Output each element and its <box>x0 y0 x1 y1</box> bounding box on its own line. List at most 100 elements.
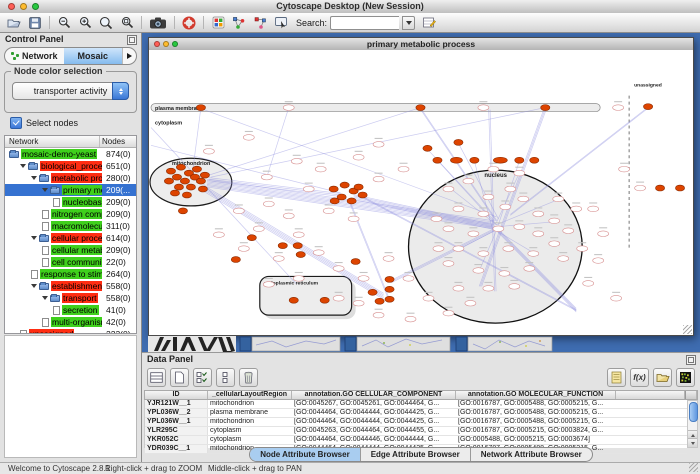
network-node-selected[interactable] <box>368 289 377 295</box>
network-node[interactable] <box>528 251 539 257</box>
network-node[interactable] <box>323 208 334 214</box>
network-node[interactable] <box>431 216 442 222</box>
expander-icon[interactable] <box>31 236 37 240</box>
tree-row-transport[interactable]: transport558(0) <box>5 292 136 304</box>
network-node-selected[interactable] <box>196 105 205 111</box>
network-node-selected[interactable] <box>186 184 195 190</box>
network-node-selected[interactable] <box>493 157 507 163</box>
tabs-overflow-button[interactable] <box>122 48 136 64</box>
table-row-ypl036w-2[interactable]: YPL036W__2plasma membrane[GO:0044464, GO… <box>145 409 687 418</box>
network-node-selected[interactable] <box>330 198 339 204</box>
network-node-selected[interactable] <box>416 105 425 111</box>
attribute-notes-button[interactable] <box>607 368 626 387</box>
network-node[interactable] <box>398 166 409 172</box>
birdseye-view-panel[interactable] <box>4 335 137 458</box>
tree-column-nodes[interactable]: Nodes <box>100 136 136 147</box>
attribute-editor-button[interactable] <box>419 14 439 31</box>
zoom-in-button[interactable] <box>75 14 95 31</box>
network-node-selected[interactable] <box>351 259 360 265</box>
network-node-selected[interactable] <box>192 166 201 172</box>
select-all-attributes-button[interactable] <box>147 368 166 387</box>
network-node[interactable] <box>478 211 489 217</box>
network-node-selected[interactable] <box>196 178 205 184</box>
network-node[interactable] <box>353 300 364 306</box>
network-node-selected[interactable] <box>385 276 394 282</box>
tree-row-establishment-of-lo[interactable]: establishment of lo558(0) <box>5 280 136 292</box>
network-node[interactable] <box>243 135 254 141</box>
network-node[interactable] <box>533 211 544 217</box>
search-options-dropdown[interactable] <box>402 16 415 30</box>
scrollbar-thumb[interactable] <box>689 402 698 422</box>
network-node[interactable] <box>514 224 525 230</box>
network-node[interactable] <box>549 218 560 224</box>
network-node[interactable] <box>563 228 574 234</box>
node-color-dropdown[interactable]: transporter activity <box>12 82 129 100</box>
network-node[interactable] <box>383 256 394 262</box>
open-network-button[interactable] <box>4 14 24 31</box>
network-node[interactable] <box>514 170 525 176</box>
save-session-button[interactable] <box>25 14 45 31</box>
network-node[interactable] <box>588 206 599 212</box>
network-node[interactable] <box>443 310 454 316</box>
network-node[interactable] <box>273 256 284 262</box>
network-node[interactable] <box>233 208 244 214</box>
network-node-selected[interactable] <box>340 182 349 188</box>
search-input[interactable] <box>330 16 399 30</box>
network-node-selected[interactable] <box>170 190 179 196</box>
network-node-selected[interactable] <box>176 164 185 170</box>
network-node[interactable] <box>263 282 274 288</box>
network-node[interactable] <box>373 176 384 182</box>
network-node[interactable] <box>373 312 384 318</box>
import-network-button[interactable] <box>229 14 249 31</box>
network-node[interactable] <box>283 105 294 111</box>
window-fragment[interactable] <box>357 337 450 351</box>
network-node[interactable] <box>613 105 624 111</box>
network-node-selected[interactable] <box>450 157 462 163</box>
snapshot-button[interactable] <box>146 14 170 31</box>
network-node[interactable] <box>465 300 476 306</box>
network-node[interactable] <box>373 142 384 148</box>
network-node[interactable] <box>577 246 588 252</box>
tab-mosaic[interactable]: Mosaic <box>64 48 123 64</box>
network-node[interactable] <box>283 213 294 219</box>
window-fragment-thumb[interactable] <box>240 337 251 351</box>
tree-row-unassigned[interactable]: unassigned223(0) <box>5 328 136 334</box>
zoom-out-button[interactable] <box>54 14 74 31</box>
expander-icon[interactable] <box>42 296 48 300</box>
network-node-selected[interactable] <box>180 178 189 184</box>
network-node[interactable] <box>333 295 344 301</box>
expander-icon[interactable] <box>31 176 37 180</box>
network-node[interactable] <box>238 246 249 252</box>
tree-row-response-to-stimulu[interactable]: response to stimulu264(0) <box>5 268 136 280</box>
network-node[interactable] <box>478 105 489 111</box>
network-node-selected[interactable] <box>200 172 209 178</box>
tree-row-macromolecule[interactable]: macromolecule311(0) <box>5 220 136 232</box>
network-node[interactable] <box>405 316 416 322</box>
network-node[interactable] <box>549 241 560 247</box>
import-attributes-button[interactable] <box>250 14 270 31</box>
network-node-selected[interactable] <box>541 105 550 111</box>
tree-row-biological-process[interactable]: biological_process651(0) <box>5 160 136 172</box>
network-node[interactable] <box>499 271 510 277</box>
network-node[interactable] <box>263 201 274 207</box>
table-row-yjr121w-1[interactable]: YJR121W__1mitochondrion[GO:0045267, GO:0… <box>145 400 687 409</box>
table-row-ypl036w-1[interactable]: YPL036W__1mitochondrion[GO:0044464, GO:0… <box>145 418 687 427</box>
unselect-attributes-button[interactable] <box>216 368 235 387</box>
column-header-cellularlayoutregion[interactable]: _cellularLayoutRegion <box>208 391 292 399</box>
table-scrollbar[interactable] <box>687 400 698 448</box>
network-node[interactable] <box>483 286 494 292</box>
network-node-selected[interactable] <box>358 192 367 198</box>
network-node[interactable] <box>598 231 609 237</box>
tree-row-nucleobase[interactable]: nucleobase-209(0) <box>5 196 136 208</box>
scroll-down-button[interactable] <box>688 438 697 447</box>
tree-row-primary-metabol[interactable]: primary metabol209(... <box>5 184 136 196</box>
network-node[interactable] <box>571 206 582 212</box>
network-node-selected[interactable] <box>164 178 173 184</box>
network-node[interactable] <box>483 194 494 200</box>
tab-network[interactable]: Network <box>5 48 64 64</box>
tree-row-cellular-metabol[interactable]: cellular metabol209(0) <box>5 244 136 256</box>
network-node[interactable] <box>291 158 302 164</box>
network-node-selected[interactable] <box>278 243 287 249</box>
window-resize-grip[interactable] <box>683 325 692 334</box>
column-header-id[interactable]: ID <box>145 391 208 399</box>
